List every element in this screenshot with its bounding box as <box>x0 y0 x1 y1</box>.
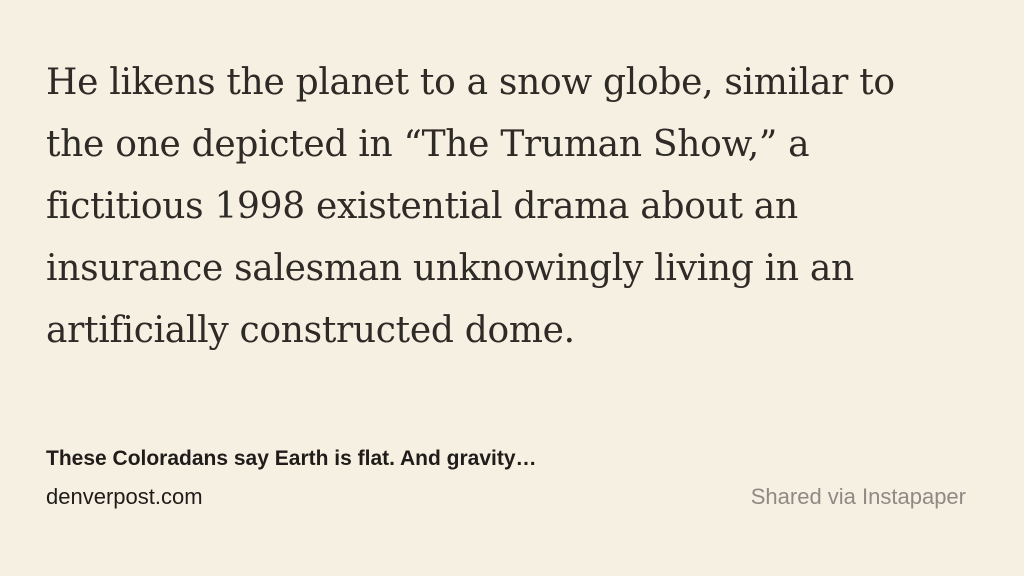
highlighted-quote: He likens the planet to a snow globe, si… <box>46 52 986 362</box>
quote-line: artificially constructed dome. <box>46 310 575 351</box>
quote-line: the one depicted in “The Truman Show,” a <box>46 124 810 165</box>
quote-line: insurance salesman unknowingly living in… <box>46 248 854 289</box>
article-title[interactable]: These Coloradans say Earth is flat. And … <box>46 447 537 471</box>
quote-line: He likens the planet to a snow globe, si… <box>46 62 895 103</box>
shared-via-instapaper: Shared via Instapaper <box>750 484 966 509</box>
quote-card: He likens the planet to a snow globe, si… <box>0 0 1024 576</box>
source-domain-link[interactable]: denverpost.com <box>46 484 203 510</box>
quote-line: fictitious 1998 existential drama about … <box>46 186 798 227</box>
